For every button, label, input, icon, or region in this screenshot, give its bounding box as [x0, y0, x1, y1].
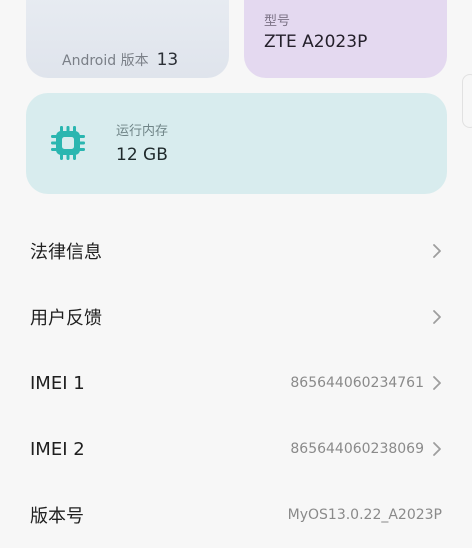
imei1-value: 865644060234761 — [290, 375, 424, 391]
chevron-right-icon — [433, 244, 441, 258]
android-version-card[interactable]: Android 版本 13 — [26, 0, 229, 78]
list-item-imei2[interactable]: IMEI 2 865644060238069 — [0, 416, 472, 482]
memory-chip-icon — [51, 126, 85, 160]
list-item-title: 法律信息 — [30, 242, 102, 263]
list-item-title: IMEI 2 — [30, 438, 85, 460]
memory-value: 12 GB — [116, 145, 168, 165]
chevron-right-icon — [433, 442, 441, 456]
model-value: ZTE A2023P — [264, 32, 368, 52]
memory-card[interactable]: 运行内存 12 GB — [26, 93, 447, 194]
android-version-value: 13 — [156, 50, 179, 70]
list-item-title: 用户反馈 — [30, 308, 102, 329]
chevron-right-icon — [433, 376, 441, 390]
model-label: 型号 — [264, 14, 291, 29]
list-item-build-number[interactable]: 版本号 MyOS13.0.22_A2023P — [0, 482, 472, 548]
list-item-title: 版本号 — [30, 506, 84, 527]
model-card[interactable]: 型号 ZTE A2023P — [244, 0, 447, 78]
list-item-feedback[interactable]: 用户反馈 — [0, 284, 472, 350]
edge-handle — [462, 74, 472, 128]
about-list: 法律信息 用户反馈 IMEI 1 865644060234761 IMEI 2 … — [0, 218, 472, 548]
list-item-title: IMEI 1 — [30, 372, 85, 394]
list-item-imei1[interactable]: IMEI 1 865644060234761 — [0, 350, 472, 416]
list-item-legal[interactable]: 法律信息 — [0, 218, 472, 284]
android-version-row: Android 版本 13 — [62, 50, 178, 70]
memory-label: 运行内存 — [116, 124, 169, 139]
android-version-label: Android 版本 — [62, 53, 149, 69]
imei2-value: 865644060238069 — [290, 441, 424, 457]
build-number-value: MyOS13.0.22_A2023P — [287, 507, 442, 523]
chevron-right-icon — [433, 310, 441, 324]
